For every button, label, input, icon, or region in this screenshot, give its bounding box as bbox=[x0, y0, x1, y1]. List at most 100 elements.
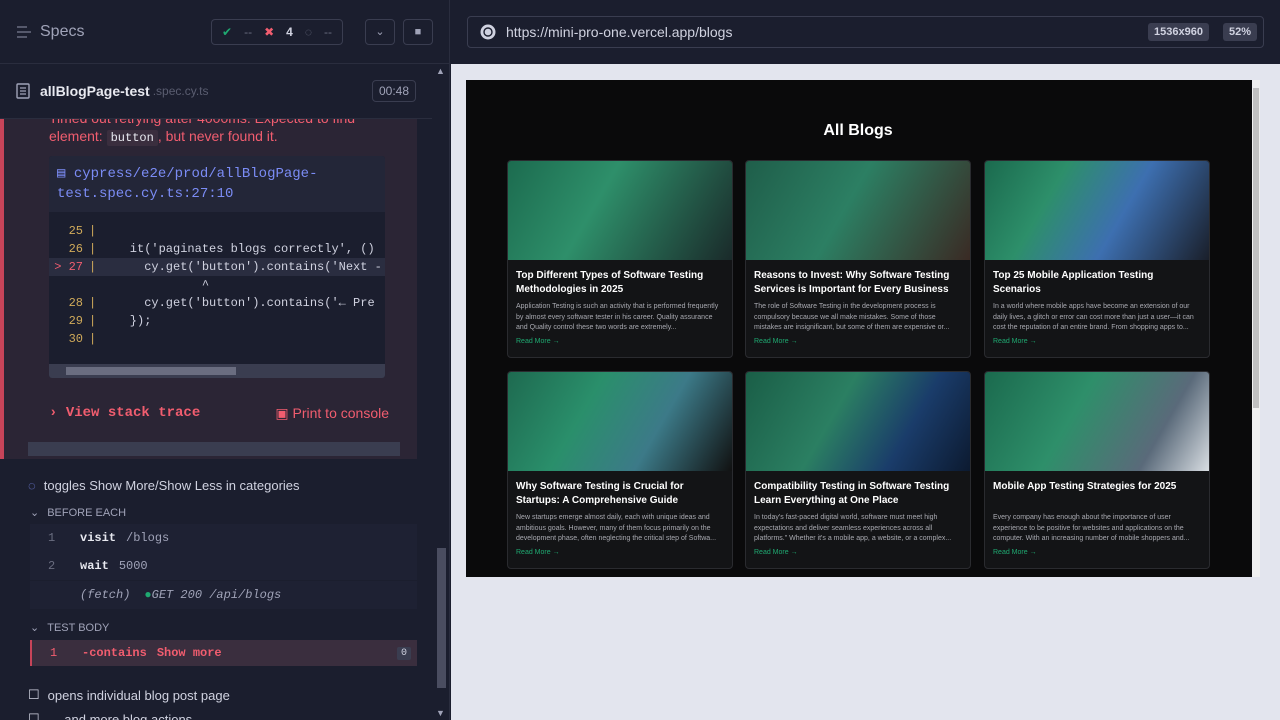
collapse-button[interactable]: ⌄ bbox=[365, 18, 395, 45]
test-pending[interactable]: ☐ … and more blog actions bbox=[28, 711, 192, 720]
code-file-link[interactable]: ▤ cypress/e2e/prod/allBlogPage-test.spec… bbox=[49, 156, 385, 212]
read-more-link[interactable]: Read More → bbox=[508, 545, 732, 560]
check-icon: ✔ bbox=[222, 24, 233, 39]
pending-icon: ◌ bbox=[304, 24, 312, 39]
error-horizontal-scrollbar[interactable] bbox=[28, 442, 400, 456]
line-number: 26 bbox=[68, 242, 83, 256]
read-more-link[interactable]: Read More → bbox=[508, 334, 732, 349]
scroll-up-icon[interactable]: ▲ bbox=[436, 66, 445, 76]
blog-title[interactable]: Mobile App Testing Strategies for 2025 bbox=[985, 471, 1209, 509]
command-name: -contains bbox=[82, 646, 147, 660]
view-stack-trace-button[interactable]: › View stack trace bbox=[49, 405, 200, 422]
pending-count: -- bbox=[324, 24, 332, 39]
menu-icon bbox=[17, 25, 31, 38]
read-more-link[interactable]: Read More → bbox=[746, 545, 970, 560]
error-vertical-scrollbar[interactable] bbox=[403, 119, 417, 441]
line-text: it('paginates blogs correctly', () bbox=[101, 242, 382, 256]
blog-excerpt: In a world where mobile apps have become… bbox=[993, 303, 1194, 331]
blog-title[interactable]: Top Different Types of Software Testing … bbox=[508, 260, 732, 298]
read-more-link[interactable]: Read More → bbox=[746, 334, 970, 349]
blog-title[interactable]: Top 25 Mobile Application Testing Scenar… bbox=[985, 260, 1209, 298]
console-icon: ▣ bbox=[275, 405, 289, 421]
blog-card[interactable]: Top Different Types of Software Testing … bbox=[507, 160, 733, 358]
reporter-header: Specs ✔ -- ✖ 4 ◌ -- ⌄ ■ bbox=[0, 0, 449, 64]
test-body-label: TEST BODY bbox=[47, 621, 110, 634]
blog-title[interactable]: Compatibility Testing in Software Testin… bbox=[746, 471, 970, 509]
gutter-bar: | bbox=[89, 224, 97, 238]
status-dot-icon: ● bbox=[144, 588, 152, 602]
test-pending[interactable]: ☐ opens individual blog post page bbox=[28, 687, 230, 703]
code-line: 28 | cy.get('button').contains('← Pre bbox=[49, 294, 385, 312]
blog-excerpt: Application Testing is such an activity … bbox=[516, 303, 719, 331]
viewport-size[interactable]: 1536x960 bbox=[1148, 23, 1209, 41]
command-number: 1 bbox=[48, 531, 56, 545]
app-preview: https://mini-pro-one.vercel.app/blogs 15… bbox=[451, 0, 1280, 720]
error-element-code: button bbox=[106, 130, 158, 146]
error-actions: › View stack trace ▣ Print to console bbox=[49, 405, 389, 422]
blog-card[interactable]: Mobile App Testing Strategies for 2025 Ev… bbox=[984, 371, 1210, 569]
test-running[interactable]: ◌ toggles Show More/Show Less in categor… bbox=[28, 478, 300, 493]
spec-extension: .spec.cy.ts bbox=[152, 84, 209, 98]
gutter-bar: | bbox=[89, 314, 97, 328]
blog-title[interactable]: Why Software Testing is Crucial for Star… bbox=[508, 471, 732, 509]
code-line: 29 | }); bbox=[49, 312, 385, 330]
blog-card[interactable]: Compatibility Testing in Software Testin… bbox=[745, 371, 971, 569]
command-arg: Show more bbox=[156, 646, 222, 660]
scrollbar-thumb[interactable] bbox=[1253, 88, 1259, 408]
error-message-suffix: , but never found it. bbox=[157, 128, 278, 144]
scrollbar-thumb[interactable] bbox=[66, 367, 236, 375]
aut-scrollbar[interactable] bbox=[1252, 80, 1260, 577]
fetch-row[interactable]: (fetch) ● GET 200 /api/blogs bbox=[30, 581, 417, 609]
code-line: 26 | it('paginates blogs correctly', () bbox=[49, 240, 385, 258]
read-more-link[interactable]: Read More → bbox=[985, 545, 1209, 560]
code-horizontal-scrollbar[interactable] bbox=[49, 364, 385, 378]
test-title: … and more blog actions bbox=[47, 711, 193, 720]
line-number: 25 bbox=[68, 224, 83, 238]
spec-header: allBlogPage-test .spec.cy.ts 00:48 bbox=[0, 64, 432, 119]
scroll-down-icon[interactable]: ▼ bbox=[436, 708, 445, 718]
blog-card[interactable]: Why Software Testing is Crucial for Star… bbox=[507, 371, 733, 569]
chevron-down-icon: ⌄ bbox=[375, 26, 385, 38]
code-line: > 27 | cy.get('button').contains('Next - bbox=[49, 258, 385, 276]
test-body-section[interactable]: ⌄ TEST BODY bbox=[30, 621, 110, 635]
gutter-bar: | bbox=[89, 242, 97, 256]
reporter-scrollbar[interactable]: ▲ ▼ bbox=[433, 64, 449, 720]
read-more-link[interactable]: Read More → bbox=[985, 334, 1209, 349]
command-arg: 5000 bbox=[118, 559, 148, 573]
print-to-console-button[interactable]: ▣ Print to console bbox=[275, 405, 389, 422]
url-bar[interactable]: https://mini-pro-one.vercel.app/blogs 15… bbox=[467, 16, 1264, 48]
checkbox-icon: ☐ bbox=[28, 711, 40, 720]
blog-thumbnail bbox=[985, 372, 1209, 471]
before-each-section[interactable]: ⌄ BEFORE EACH bbox=[30, 506, 127, 520]
command-row[interactable]: 2 wait 5000 bbox=[30, 552, 417, 580]
passed-count: -- bbox=[244, 24, 253, 39]
gutter-bar: | bbox=[89, 260, 97, 274]
gutter-bar bbox=[89, 276, 101, 294]
blog-title[interactable]: Reasons to Invest: Why Software Testing … bbox=[746, 260, 970, 298]
code-lines: 25 | 26 | it('paginates blogs correctly', (… bbox=[49, 212, 385, 348]
blog-thumbnail bbox=[746, 372, 970, 471]
error-message: Timed out retrying after 4000ms: Expecte… bbox=[49, 119, 389, 147]
failed-command-row[interactable]: 1 -contains Show more 0 bbox=[30, 640, 417, 666]
line-number: 28 bbox=[68, 296, 83, 310]
before-each-label: BEFORE EACH bbox=[47, 506, 127, 519]
page-title: All Blogs bbox=[823, 122, 893, 139]
stats-group: ✔ -- ✖ 4 ◌ -- bbox=[211, 18, 343, 45]
line-number bbox=[49, 276, 89, 294]
zoom-level[interactable]: 52% bbox=[1222, 23, 1257, 41]
command-row[interactable]: 1 visit /blogs bbox=[30, 524, 417, 552]
error-panel: Timed out retrying after 4000ms: Expecte… bbox=[0, 119, 417, 459]
command-arg: /blogs bbox=[126, 531, 170, 545]
checkbox-icon: ☐ bbox=[28, 687, 40, 702]
specs-toggle[interactable]: Specs bbox=[16, 23, 211, 41]
document-icon: ▤ bbox=[57, 166, 74, 182]
scrollbar-thumb[interactable] bbox=[437, 548, 446, 688]
blog-card[interactable]: Reasons to Invest: Why Software Testing … bbox=[745, 160, 971, 358]
stop-button[interactable]: ■ bbox=[403, 18, 433, 45]
blog-thumbnail bbox=[985, 161, 1209, 260]
code-line: ^ bbox=[49, 276, 385, 294]
fetch-label: (fetch) bbox=[80, 588, 131, 602]
x-icon: ✖ bbox=[264, 24, 275, 39]
blog-card[interactable]: Top 25 Mobile Application Testing Scenar… bbox=[984, 160, 1210, 358]
blog-excerpt: The role of Software Testing in the deve… bbox=[754, 303, 950, 331]
